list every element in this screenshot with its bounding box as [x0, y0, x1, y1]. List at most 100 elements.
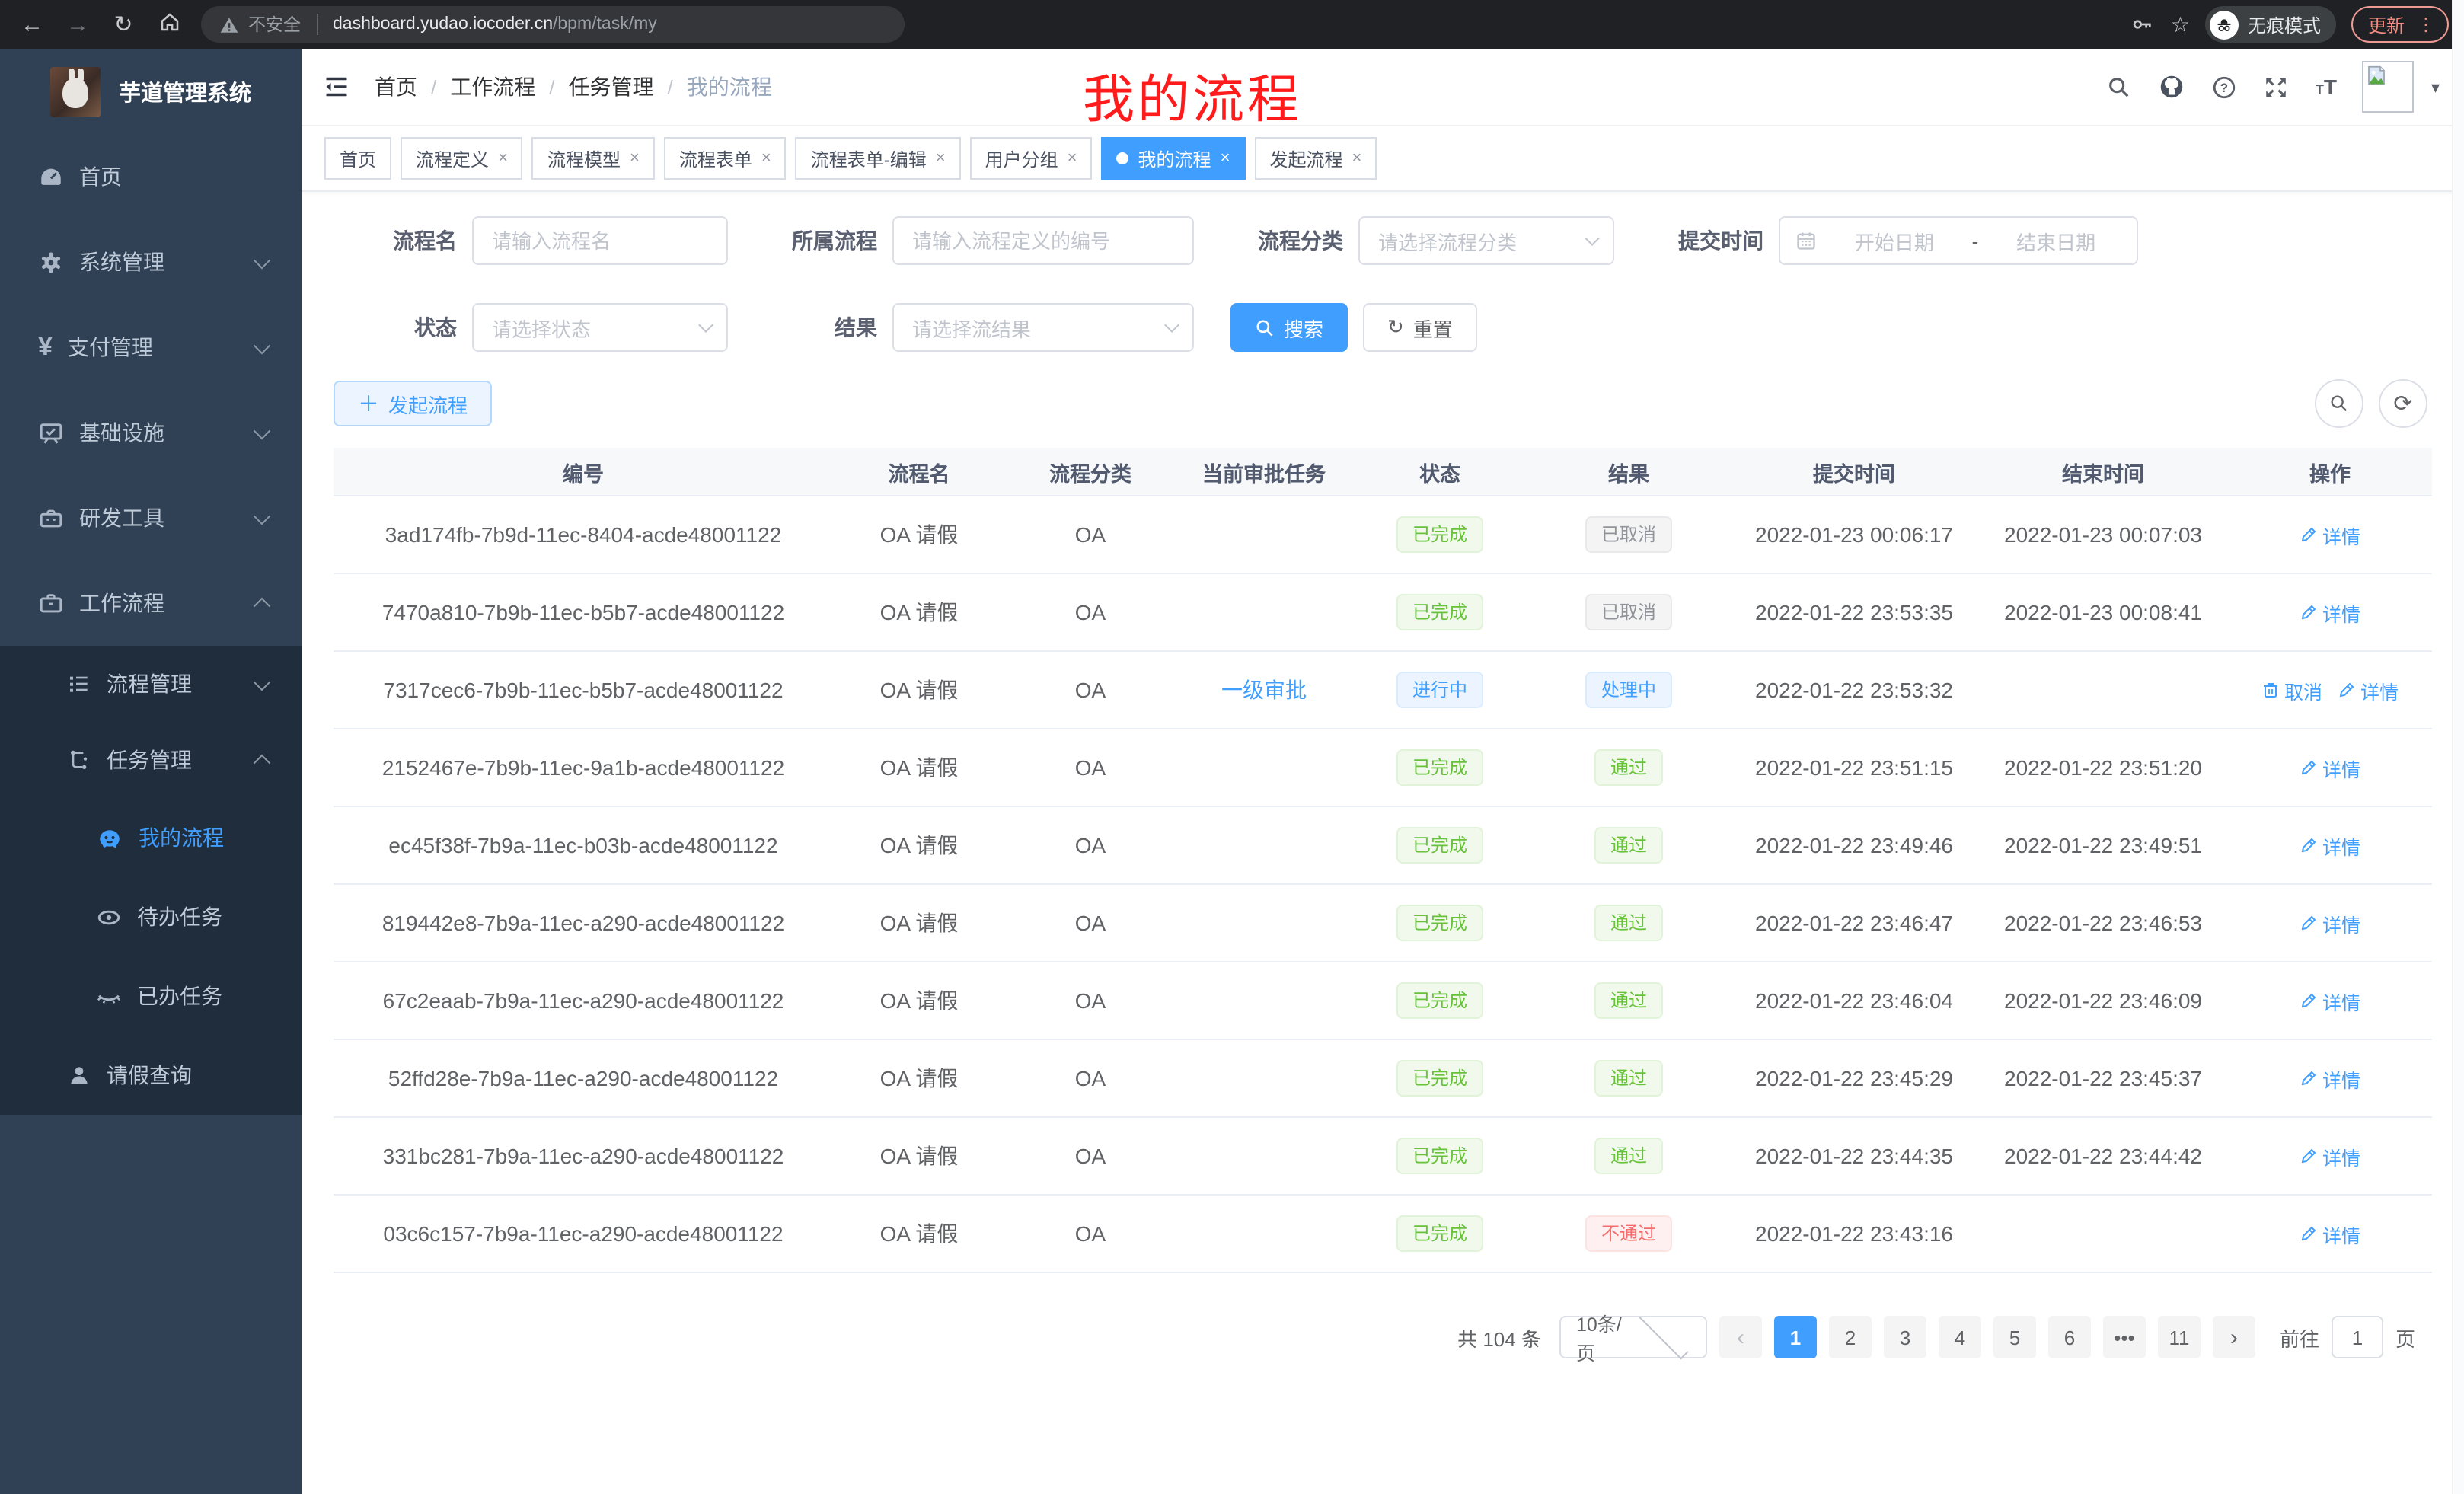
search-button[interactable]: 搜索: [1230, 303, 1348, 352]
sidebar-item-task-mgmt[interactable]: 任务管理: [0, 722, 302, 798]
key-icon[interactable]: [2131, 12, 2156, 37]
more-pages-icon[interactable]: •••: [2103, 1316, 2146, 1358]
current-task-link[interactable]: 一级审批: [1221, 678, 1307, 702]
sidebar-item-todo-tasks[interactable]: 待办任务: [0, 877, 302, 956]
avatar[interactable]: [2363, 61, 2415, 113]
browser-home-icon[interactable]: [146, 10, 192, 39]
detail-action[interactable]: 详情: [2300, 1219, 2360, 1248]
browser-reload-icon[interactable]: ↻: [101, 11, 146, 38]
close-icon[interactable]: ×: [1068, 149, 1077, 168]
page-button-2[interactable]: 2: [1829, 1316, 1872, 1358]
help-icon[interactable]: ?: [2212, 74, 2238, 100]
address-bar[interactable]: 不安全 dashboard.yudao.iocoder.cn /bpm/task…: [201, 6, 905, 43]
tab-用户分组[interactable]: 用户分组 ×: [970, 137, 1093, 180]
app-logo[interactable]: 芋道管理系统: [0, 49, 302, 134]
update-button[interactable]: 更新 ⋮: [2351, 6, 2449, 43]
reset-button[interactable]: ↻ 重置: [1363, 303, 1477, 352]
page-button-11[interactable]: 11: [2158, 1316, 2201, 1358]
tab-首页[interactable]: 首页: [324, 137, 391, 180]
browser-back-icon[interactable]: ←: [9, 11, 55, 37]
page-button-3[interactable]: 3: [1884, 1316, 1926, 1358]
result-select[interactable]: 请选择流结果: [892, 303, 1194, 352]
detail-action[interactable]: 详情: [2300, 520, 2360, 549]
gear-icon: [38, 249, 64, 275]
caret-down-icon[interactable]: ▾: [2431, 77, 2440, 97]
detail-action[interactable]: 详情: [2300, 831, 2360, 860]
close-icon[interactable]: ×: [1221, 149, 1230, 168]
font-size-icon[interactable]: TT: [2316, 76, 2337, 97]
close-icon[interactable]: ×: [1352, 149, 1361, 168]
process-definition-input[interactable]: [892, 216, 1194, 265]
edit-icon: [2300, 991, 2318, 1010]
sidebar-item-infra[interactable]: 基础设施: [0, 390, 302, 475]
chevron-down-icon: [254, 422, 271, 439]
screen: ← → ↻ 不安全 dashboard.yudao.iocoder.cn /bp…: [0, 0, 2464, 1494]
tab-发起流程[interactable]: 发起流程×: [1254, 137, 1377, 180]
scrollbar[interactable]: [2452, 0, 2464, 1494]
detail-action[interactable]: 详情: [2300, 908, 2360, 937]
detail-action[interactable]: 详情: [2300, 753, 2360, 782]
robot-icon: [96, 824, 123, 851]
sidebar-item-home[interactable]: 首页: [0, 134, 302, 219]
cancel-action[interactable]: 取消: [2261, 675, 2322, 704]
detail-action[interactable]: 详情: [2338, 675, 2399, 704]
url-host[interactable]: dashboard.yudao.iocoder.cn: [333, 15, 553, 34]
page-button-1[interactable]: 1: [1774, 1316, 1817, 1358]
end-date-placeholder[interactable]: 结束日期: [1990, 226, 2121, 255]
page-size-select[interactable]: 10条/页: [1559, 1316, 1707, 1358]
sidebar-item-leave-query[interactable]: 请假查询: [0, 1036, 302, 1115]
process-name-input[interactable]: [472, 216, 728, 265]
column-header: 流程分类: [1005, 448, 1176, 496]
breadcrumb-task-mgmt[interactable]: 任务管理: [569, 72, 654, 102]
detail-action[interactable]: 详情: [2300, 1064, 2360, 1093]
chevron-down-icon: [1164, 318, 1179, 333]
search-icon[interactable]: [2107, 74, 2133, 100]
tab-我的流程[interactable]: 我的流程×: [1102, 137, 1246, 180]
breadcrumb-home[interactable]: 首页: [375, 72, 417, 102]
security-label[interactable]: 不安全: [248, 12, 301, 37]
sidebar-item-process-mgmt[interactable]: 流程管理: [0, 646, 302, 722]
status-select[interactable]: 请选择状态: [472, 303, 728, 352]
goto-page-input[interactable]: [2332, 1316, 2383, 1358]
menu-fold-icon[interactable]: [323, 73, 350, 101]
sidebar-item-my-process[interactable]: 我的流程: [0, 798, 302, 877]
create-process-button[interactable]: ＋ 发起流程: [334, 381, 492, 426]
fullscreen-icon[interactable]: [2264, 74, 2290, 100]
sidebar-item-done-tasks[interactable]: 已办任务: [0, 956, 302, 1036]
tab-流程表单-编辑[interactable]: 流程表单-编辑×: [796, 137, 961, 180]
tab-流程表单[interactable]: 流程表单×: [664, 137, 787, 180]
row-end-time: 2022-01-22 23:44:42: [1978, 1117, 2228, 1195]
detail-action[interactable]: 详情: [2300, 598, 2360, 627]
next-page-button[interactable]: ›: [2213, 1316, 2255, 1358]
sidebar-item-payment[interactable]: ¥ 支付管理: [0, 305, 302, 390]
sidebar-item-system[interactable]: 系统管理: [0, 219, 302, 305]
close-icon[interactable]: ×: [936, 149, 946, 168]
eye-closed-icon: [96, 983, 122, 1009]
browser-menu-icon[interactable]: ⋮: [2417, 14, 2435, 35]
page-button-5[interactable]: 5: [1993, 1316, 2036, 1358]
browser-forward-icon[interactable]: →: [55, 11, 101, 37]
detail-action[interactable]: 详情: [2300, 1141, 2360, 1170]
tab-label: 用户分组: [985, 145, 1058, 171]
status-badge: 已完成: [1397, 594, 1483, 630]
sidebar-item-devtools[interactable]: 研发工具: [0, 475, 302, 560]
sidebar-item-workflow[interactable]: 工作流程: [0, 560, 302, 646]
close-icon[interactable]: ×: [498, 149, 508, 168]
page-button-6[interactable]: 6: [2048, 1316, 2091, 1358]
detail-action[interactable]: 详情: [2300, 986, 2360, 1015]
start-date-placeholder[interactable]: 开始日期: [1829, 226, 1960, 255]
breadcrumb-workflow[interactable]: 工作流程: [450, 72, 535, 102]
refresh-table-button[interactable]: ⟳: [2379, 379, 2427, 428]
tab-流程定义[interactable]: 流程定义×: [401, 137, 523, 180]
page-button-4[interactable]: 4: [1939, 1316, 1981, 1358]
bookmark-star-icon[interactable]: ☆: [2171, 11, 2190, 37]
tab-流程模型[interactable]: 流程模型×: [532, 137, 655, 180]
github-icon[interactable]: [2159, 73, 2186, 101]
prev-page-button[interactable]: ‹: [1719, 1316, 1762, 1358]
close-icon[interactable]: ×: [630, 149, 640, 168]
submit-time-range-picker[interactable]: 开始日期 - 结束日期: [1779, 216, 2138, 265]
close-icon[interactable]: ×: [761, 149, 771, 168]
category-select[interactable]: 请选择流程分类: [1358, 216, 1614, 265]
filter-submit-time-label: 提交时间: [1651, 225, 1763, 256]
toggle-search-button[interactable]: [2315, 379, 2363, 428]
